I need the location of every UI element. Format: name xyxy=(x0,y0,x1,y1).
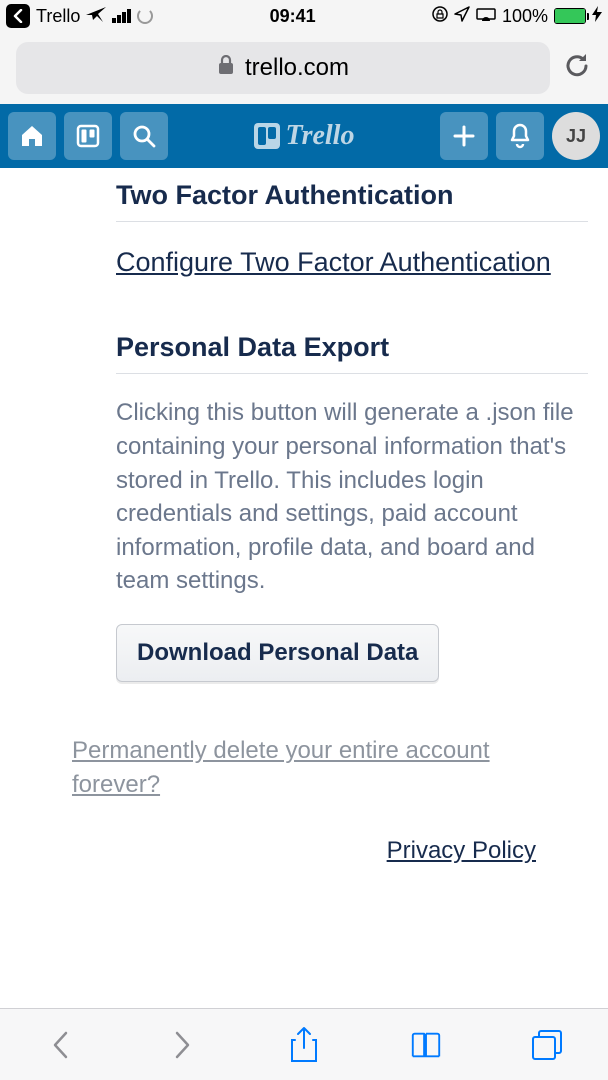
page-content: Two Factor Authentication Configure Two … xyxy=(0,168,608,865)
cell-signal-icon xyxy=(112,9,131,23)
clock-label: 09:41 xyxy=(270,6,316,27)
trello-header: Trello JJ xyxy=(0,104,608,168)
url-field[interactable]: trello.com xyxy=(16,42,550,94)
airplane-mode-icon xyxy=(86,5,106,28)
nav-forward-icon[interactable] xyxy=(165,1028,199,1062)
boards-button[interactable] xyxy=(64,112,112,160)
lock-icon xyxy=(217,55,235,81)
location-icon xyxy=(454,6,470,27)
back-app-icon[interactable] xyxy=(6,4,30,28)
export-description: Clicking this button will generate a .js… xyxy=(116,396,588,598)
trello-logo[interactable]: Trello xyxy=(176,120,432,152)
avatar[interactable]: JJ xyxy=(552,112,600,160)
safari-url-bar: trello.com xyxy=(0,32,608,104)
section-personal-data-export: Personal Data Export Clicking this butto… xyxy=(0,332,608,682)
avatar-initials: JJ xyxy=(566,126,586,147)
bookmarks-icon[interactable] xyxy=(409,1028,443,1062)
battery-pct-label: 100% xyxy=(502,6,548,27)
url-text: trello.com xyxy=(245,54,349,82)
orientation-lock-icon xyxy=(432,6,448,27)
tabs-icon[interactable] xyxy=(530,1028,564,1062)
nav-back-icon[interactable] xyxy=(44,1028,78,1062)
export-heading: Personal Data Export xyxy=(116,332,588,374)
notifications-button[interactable] xyxy=(496,112,544,160)
ios-status-bar: Trello 09:41 100% xyxy=(0,0,608,32)
bolt-icon xyxy=(592,6,602,27)
section-two-factor: Two Factor Authentication Configure Two … xyxy=(0,180,608,280)
two-factor-heading: Two Factor Authentication xyxy=(116,180,588,222)
share-icon[interactable] xyxy=(287,1028,321,1062)
home-button[interactable] xyxy=(8,112,56,160)
privacy-policy-link[interactable]: Privacy Policy xyxy=(387,837,536,864)
configure-2fa-link[interactable]: Configure Two Factor Authentication xyxy=(116,244,551,280)
create-button[interactable] xyxy=(440,112,488,160)
safari-bottom-toolbar xyxy=(0,1008,608,1080)
download-personal-data-button[interactable]: Download Personal Data xyxy=(116,624,439,682)
battery-icon xyxy=(554,8,586,24)
loading-spinner-icon xyxy=(137,8,153,24)
search-button[interactable] xyxy=(120,112,168,160)
delete-account-link[interactable]: Permanently delete your entire account f… xyxy=(72,734,536,801)
screen-mirror-icon xyxy=(476,6,496,27)
reload-icon[interactable] xyxy=(562,50,592,87)
section-delete-account: Permanently delete your entire account f… xyxy=(0,734,608,801)
app-name-label: Trello xyxy=(36,6,80,27)
